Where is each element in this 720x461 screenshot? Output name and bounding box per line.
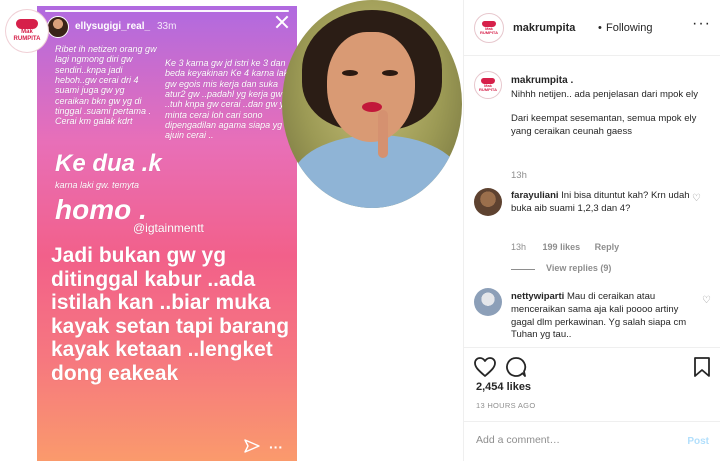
lips-icon	[16, 19, 38, 30]
story-text-4: karna laki gw. temyta	[55, 180, 140, 190]
story-time: 33m	[157, 21, 177, 32]
bookmark-icon[interactable]	[693, 356, 711, 378]
portrait-face	[327, 32, 415, 142]
instagram-post-view: ellysugigi_real_ 33m Ribet ih netizen or…	[0, 0, 720, 461]
post-timestamp: 13 HOURS AGO	[476, 401, 536, 410]
add-comment-input[interactable]	[476, 434, 676, 446]
more-options-icon[interactable]: ···	[692, 15, 711, 33]
caption-paragraph: Nihhh netijen.. ada penjelasan dari mpok…	[511, 89, 698, 100]
post-comment-button[interactable]: Post	[687, 436, 709, 447]
portrait-finger	[378, 110, 388, 158]
comment-text: nettywiparti Mau di ceraikan atau mencer…	[511, 291, 699, 342]
brand-logo: Mak RUMPITA	[6, 10, 48, 52]
comment-icon[interactable]	[505, 356, 527, 378]
comment-like-heart-icon[interactable]: ♡	[702, 295, 711, 306]
comment-meta: 13h 199 likes Reply	[511, 242, 619, 252]
comment-time: 13h	[511, 242, 527, 252]
comment-likes[interactable]: 199 likes	[543, 242, 581, 252]
send-icon	[244, 439, 260, 453]
story-more-icon: ···	[269, 439, 283, 455]
portrait-eye	[382, 70, 398, 76]
add-comment-bar: Post	[464, 421, 720, 461]
caption-paragraph: Dari keempat sesemantan, semua mpok ely …	[511, 112, 697, 137]
portrait-photo	[282, 0, 462, 208]
view-replies-button[interactable]: View replies (9)	[546, 263, 611, 273]
divider-line	[511, 269, 535, 270]
brand-logo-line2: RUMPITA	[13, 36, 41, 42]
heart-icon[interactable]	[473, 356, 497, 378]
comment-avatar[interactable]	[474, 188, 502, 216]
comment-text: farayuliani Ini bisa dituntut kah? Krn u…	[511, 190, 691, 216]
comment-avatar[interactable]	[474, 288, 502, 316]
header-separator: •	[598, 22, 602, 34]
reply-button[interactable]: Reply	[595, 242, 620, 252]
comment-username[interactable]: farayuliani	[511, 190, 559, 201]
portrait-shirt	[292, 135, 462, 208]
story-screenshot: ellysugigi_real_ 33m Ribet ih netizen or…	[37, 6, 297, 461]
comment-username[interactable]: nettywiparti	[511, 291, 564, 302]
avatar-brand-line2: RUMPITA	[480, 30, 498, 35]
header-username[interactable]: makrumpita	[513, 22, 575, 34]
story-text-1: Ribet ih netizen orang gw lagi ngmong di…	[55, 44, 157, 127]
caption-text: Nihhh netijen.. ada penjelasan dari mpok…	[511, 89, 711, 149]
story-text-6: Jadi bukan gw yg ditinggal kabur ..ada i…	[51, 244, 290, 385]
brand-logo-line1: Mak	[21, 29, 33, 36]
story-watermark: @igtainmentt	[133, 221, 204, 235]
post-sidebar: Mak RUMPITA makrumpita • Following ··· M…	[463, 0, 720, 461]
caption-avatar-line2: RUMPITA	[479, 87, 497, 92]
avatar[interactable]: Mak RUMPITA	[474, 13, 504, 43]
comments-list[interactable]: Mak RUMPITA makrumpita . Nihhh netijen..…	[464, 57, 720, 347]
comment-like-heart-icon[interactable]: ♡	[692, 193, 701, 204]
following-button[interactable]: Following	[606, 22, 652, 34]
caption-time: 13h	[511, 170, 527, 181]
story-avatar	[47, 16, 69, 38]
likes-count[interactable]: 2,454 likes	[476, 381, 531, 393]
story-progress-bar	[45, 10, 289, 12]
story-text-3: Ke dua .k	[55, 150, 162, 177]
close-icon	[275, 15, 289, 29]
story-text-2: Ke 3 karna gw jd istri ke 3 dan beda key…	[165, 58, 291, 141]
portrait-eye	[342, 70, 358, 76]
story-username: ellysugigi_real_	[75, 21, 151, 32]
post-media[interactable]: ellysugigi_real_ 33m Ribet ih netizen or…	[0, 0, 463, 461]
caption-avatar[interactable]: Mak RUMPITA	[474, 71, 502, 99]
post-header: Mak RUMPITA makrumpita • Following ···	[464, 0, 720, 56]
caption-username[interactable]: makrumpita .	[511, 75, 573, 86]
